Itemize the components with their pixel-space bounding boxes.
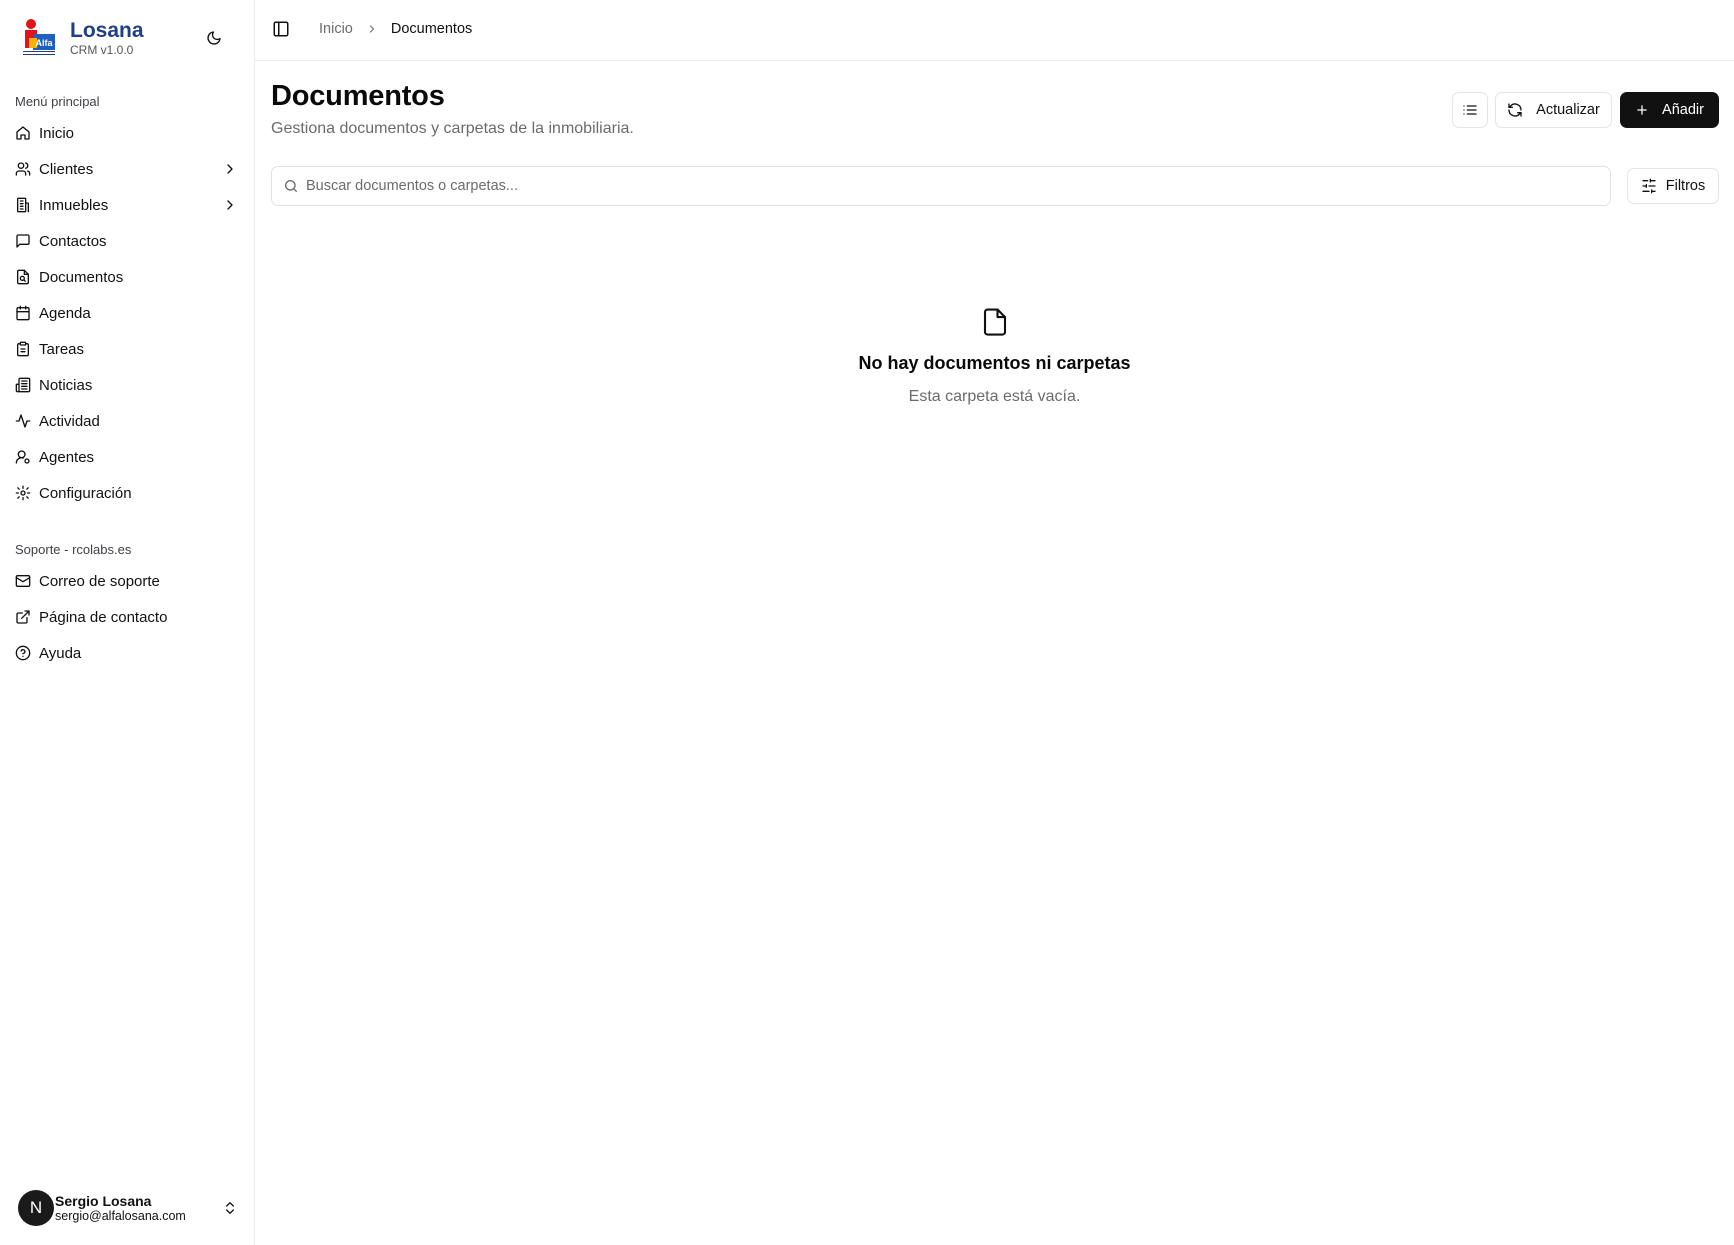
sidebar-item-ayuda[interactable]: Ayuda bbox=[0, 635, 254, 671]
moon-icon bbox=[207, 31, 221, 45]
newspaper-icon bbox=[15, 377, 31, 393]
search-icon bbox=[285, 180, 297, 192]
sidebar-item-label: Noticias bbox=[39, 376, 93, 394]
empty-state-text: Esta carpeta está vacía. bbox=[908, 388, 1081, 405]
sidebar-item-label: Configuración bbox=[39, 484, 132, 502]
sidebar-item-label: Ayuda bbox=[39, 644, 82, 662]
clipboard-icon bbox=[15, 341, 31, 357]
refresh-button[interactable]: Actualizar bbox=[1495, 92, 1612, 128]
breadcrumb-home-link[interactable]: Inicio bbox=[319, 21, 353, 37]
theme-toggle-button[interactable] bbox=[202, 26, 226, 50]
empty-state-title: No hay documentos ni carpetas bbox=[858, 353, 1131, 373]
sidebar-item-label: Actividad bbox=[39, 412, 100, 430]
mail-icon bbox=[15, 573, 31, 589]
user-name: Sergio Losana bbox=[55, 1192, 152, 1209]
list-view-button[interactable] bbox=[1452, 92, 1488, 128]
sidebar-item-label: Contactos bbox=[39, 232, 107, 250]
sidebar-item-label: Agenda bbox=[39, 304, 91, 322]
page-subtitle: Gestiona documentos y carpetas de la inm… bbox=[271, 120, 634, 137]
chevron-right-icon[interactable] bbox=[222, 197, 238, 213]
message-icon bbox=[15, 233, 31, 249]
topbar: Inicio Documentos bbox=[255, 0, 1734, 61]
add-button[interactable]: Añadir bbox=[1620, 92, 1719, 128]
sidebar-item-label: Inmuebles bbox=[39, 196, 109, 214]
main-nav: Inicio Clientes Inmuebles Contactos Docu… bbox=[0, 115, 254, 511]
sidebar-toggle-icon[interactable] bbox=[272, 20, 290, 38]
sidebar-item-documentos[interactable]: Documentos bbox=[0, 259, 254, 295]
plus-icon bbox=[1637, 105, 1647, 115]
user-email: sergio@alfalosana.com bbox=[55, 1208, 186, 1223]
sidebar-item-label: Correo de soporte bbox=[39, 572, 160, 590]
sidebar-item-agenda[interactable]: Agenda bbox=[0, 295, 254, 331]
main-content: Inicio Documentos Documentos Gestiona do… bbox=[255, 0, 1734, 1245]
sidebar-item-clientes[interactable]: Clientes bbox=[0, 151, 254, 187]
gear-icon bbox=[15, 485, 31, 501]
chevrons-up-down-icon[interactable] bbox=[222, 1200, 238, 1216]
sidebar-item-contactos[interactable]: Contactos bbox=[0, 223, 254, 259]
chevron-right-icon bbox=[366, 23, 378, 35]
refresh-button-label: Actualizar bbox=[1536, 102, 1600, 118]
building-icon bbox=[15, 197, 31, 213]
sidebar-item-label: Inicio bbox=[39, 124, 75, 142]
main-menu-label: Menú principal bbox=[15, 94, 100, 109]
sidebar-item-agentes[interactable]: Agentes bbox=[0, 439, 254, 475]
sidebar-item-label: Clientes bbox=[39, 160, 94, 178]
breadcrumb-current: Documentos bbox=[390, 21, 473, 37]
brand-logo: Alfa bbox=[20, 18, 60, 58]
home-icon bbox=[15, 125, 31, 141]
brand-name: Losana bbox=[70, 18, 144, 42]
user-menu[interactable]: N Sergio Losana sergio@alfalosana.com bbox=[18, 1190, 240, 1226]
user-cog-icon bbox=[15, 449, 31, 465]
search-input[interactable] bbox=[306, 178, 1586, 194]
external-link-icon bbox=[15, 609, 31, 625]
search-bar[interactable] bbox=[271, 166, 1611, 206]
sidebar-item-tareas[interactable]: Tareas bbox=[0, 331, 254, 367]
chevron-right-icon[interactable] bbox=[222, 161, 238, 177]
sidebar-item-correo-soporte[interactable]: Correo de soporte bbox=[0, 563, 254, 599]
support-nav: Correo de soporte Página de contacto Ayu… bbox=[0, 563, 254, 671]
brand-version: CRM v1.0.0 bbox=[70, 42, 134, 57]
breadcrumb: Inicio Documentos bbox=[319, 21, 472, 37]
activity-icon bbox=[15, 413, 31, 429]
sidebar-item-label: Tareas bbox=[39, 340, 85, 358]
refresh-icon bbox=[1508, 103, 1522, 117]
file-search-icon bbox=[15, 269, 31, 285]
add-button-label: Añadir bbox=[1662, 102, 1704, 118]
page-title: Documentos bbox=[271, 80, 445, 112]
sidebar: Alfa Losana CRM v1.0.0 Menú principal In… bbox=[0, 0, 255, 1245]
filters-button-label: Filtros bbox=[1665, 178, 1706, 194]
sidebar-item-label: Documentos bbox=[39, 268, 124, 286]
sidebar-item-label: Página de contacto bbox=[39, 608, 168, 626]
sidebar-item-label: Agentes bbox=[39, 448, 95, 466]
support-menu-label: Soporte - rcolabs.es bbox=[15, 542, 132, 557]
sidebar-item-noticias[interactable]: Noticias bbox=[0, 367, 254, 403]
sidebar-item-pagina-contacto[interactable]: Página de contacto bbox=[0, 599, 254, 635]
help-circle-icon bbox=[15, 645, 31, 661]
avatar: N bbox=[18, 1190, 54, 1226]
sidebar-item-inicio[interactable]: Inicio bbox=[0, 115, 254, 151]
sidebar-item-configuracion[interactable]: Configuración bbox=[0, 475, 254, 511]
brand[interactable]: Alfa Losana CRM v1.0.0 bbox=[20, 18, 144, 58]
brand-logo-text: Alfa bbox=[35, 38, 53, 48]
empty-state: No hay documentos ni carpetas Esta carpe… bbox=[255, 306, 1734, 406]
calendar-icon bbox=[15, 305, 31, 321]
app-root: Alfa Losana CRM v1.0.0 Menú principal In… bbox=[0, 0, 1734, 1245]
sidebar-item-actividad[interactable]: Actividad bbox=[0, 403, 254, 439]
users-icon bbox=[15, 161, 31, 177]
sidebar-item-inmuebles[interactable]: Inmuebles bbox=[0, 187, 254, 223]
file-icon bbox=[983, 308, 1006, 336]
sliders-icon bbox=[1642, 178, 1656, 194]
list-icon bbox=[1463, 105, 1477, 115]
filters-button[interactable]: Filtros bbox=[1627, 168, 1719, 204]
